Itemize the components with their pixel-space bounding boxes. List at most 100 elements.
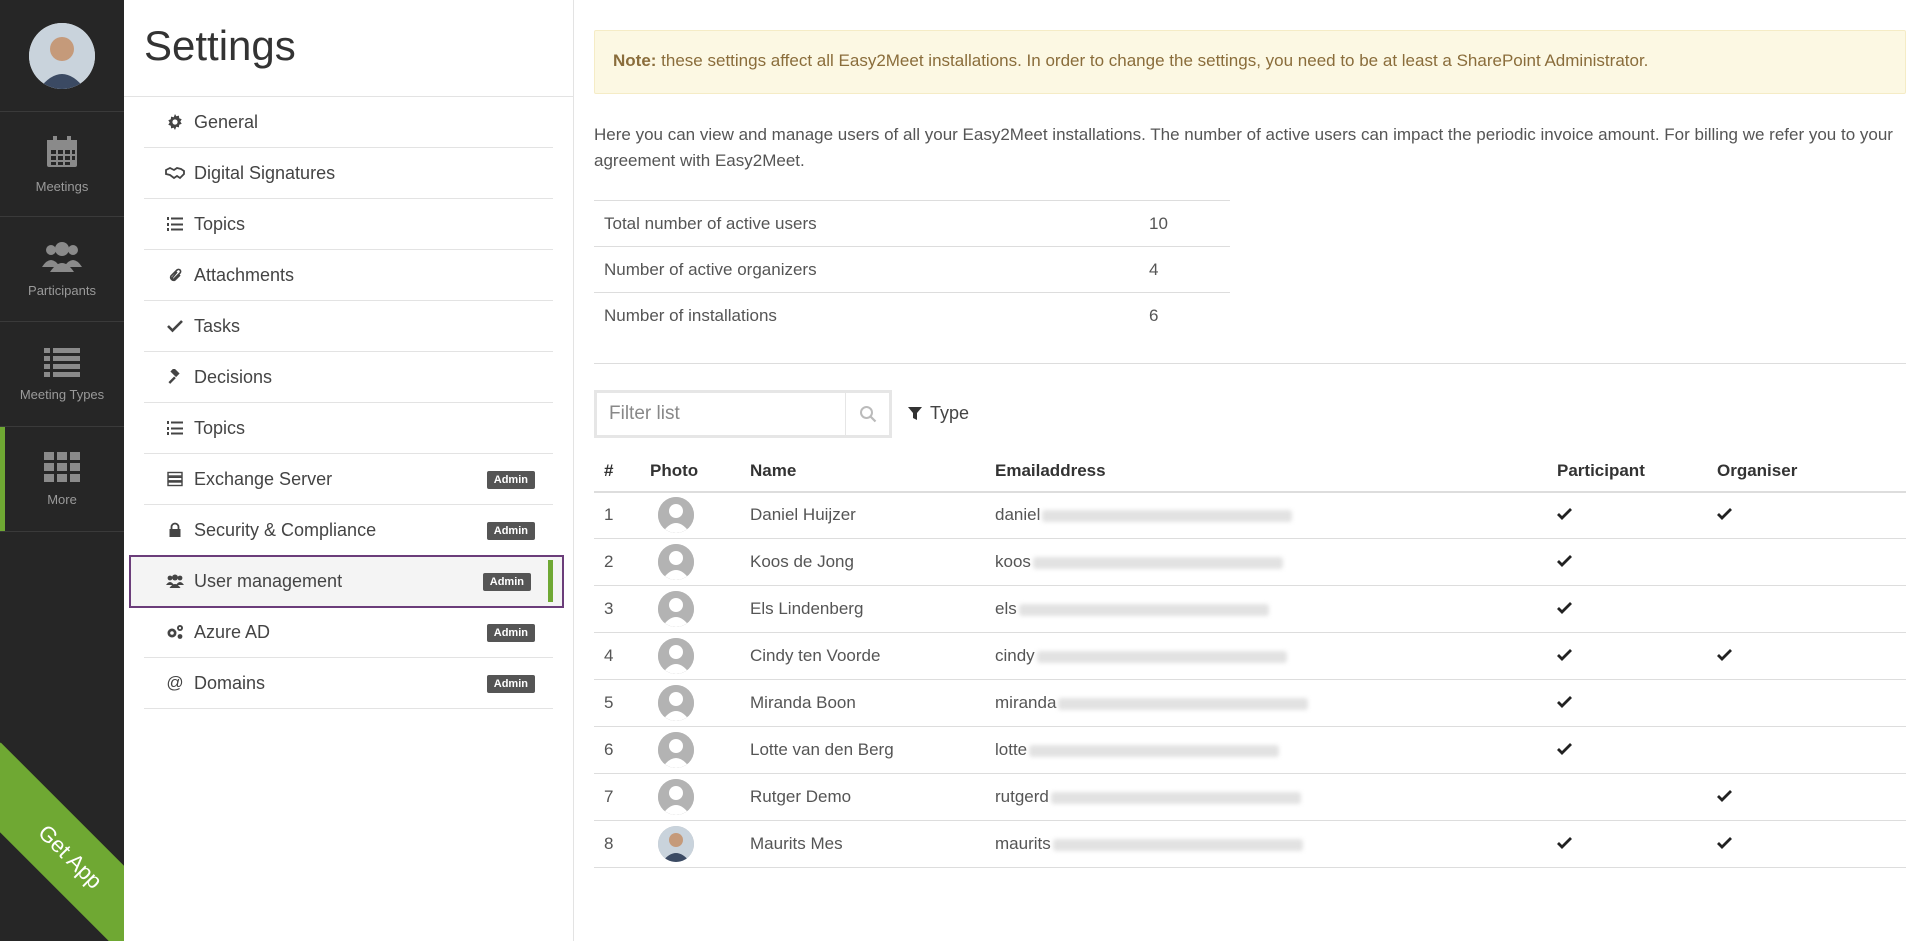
- table-row[interactable]: 2 Koos de Jong koos: [594, 538, 1906, 586]
- menu-item-attachments[interactable]: Attachments: [144, 250, 553, 301]
- column-header[interactable]: Photo: [640, 451, 740, 493]
- stats-row: Number of installations 6: [594, 292, 1230, 339]
- participant-cell: [1547, 679, 1707, 727]
- stats-value: 6: [1139, 292, 1230, 339]
- participant-cell: [1547, 773, 1707, 821]
- user-name: Maurits Mes: [740, 820, 985, 868]
- user-name: Rutger Demo: [740, 773, 985, 821]
- user-name: Lotte van den Berg: [740, 726, 985, 774]
- menu-item-decisions[interactable]: Decisions: [144, 352, 553, 403]
- menu-item-topics[interactable]: Topics: [144, 403, 553, 454]
- filter-input[interactable]: [597, 392, 845, 435]
- rail-item-meetings[interactable]: Meetings: [0, 112, 124, 217]
- list-ordered-icon: [164, 216, 186, 232]
- row-number: 1: [594, 491, 640, 539]
- redacted-email: [1042, 509, 1293, 522]
- table-row[interactable]: 4 Cindy ten Voorde cindy: [594, 632, 1906, 680]
- stats-label: Number of active organizers: [594, 246, 1139, 293]
- search-icon[interactable]: [845, 392, 889, 435]
- admin-badge: Admin: [486, 471, 535, 489]
- avatar: [658, 685, 694, 721]
- check-icon: [1557, 834, 1572, 853]
- organiser-cell: [1707, 585, 1906, 633]
- column-header[interactable]: Participant: [1547, 451, 1707, 493]
- column-header[interactable]: Organiser: [1707, 451, 1906, 493]
- calendar-icon: [47, 135, 77, 167]
- type-filter-label: Type: [930, 403, 970, 423]
- organiser-cell: [1707, 632, 1906, 680]
- user-name: Miranda Boon: [740, 679, 985, 727]
- check-icon: [164, 319, 186, 333]
- photo-cell: [640, 538, 740, 586]
- rail-item-meeting-types[interactable]: Meeting Types: [0, 322, 124, 427]
- menu-item-security-compliance[interactable]: Security & Compliance Admin: [144, 505, 553, 556]
- menu-item-label: Topics: [194, 213, 246, 234]
- check-icon: [1557, 693, 1572, 712]
- page-title: Settings: [144, 22, 296, 69]
- check-icon: [1557, 505, 1572, 524]
- column-header[interactable]: #: [594, 451, 640, 493]
- redacted-email: [1029, 744, 1280, 757]
- grid-icon: [44, 451, 80, 482]
- table-row[interactable]: 7 Rutger Demo rutgerd: [594, 773, 1906, 821]
- avatar: [658, 638, 694, 674]
- menu-item-label: Domains: [194, 672, 266, 693]
- row-number: 2: [594, 538, 640, 586]
- organiser-cell: [1707, 726, 1906, 774]
- check-icon: [1557, 646, 1572, 665]
- menu-item-topics[interactable]: Topics: [144, 199, 553, 250]
- get-app-button[interactable]: Get App: [0, 742, 124, 941]
- settings-menu-list: General Digital Signatures Topics Attach…: [129, 97, 564, 709]
- note-label: Note:: [613, 51, 657, 70]
- table-row[interactable]: 8 Maurits Mes maurits: [594, 820, 1906, 868]
- avatar: [658, 779, 694, 815]
- handshake-icon: [164, 166, 186, 180]
- menu-item-digital-signatures[interactable]: Digital Signatures: [144, 148, 553, 199]
- table-row[interactable]: 5 Miranda Boon miranda: [594, 679, 1906, 727]
- menu-item-domains[interactable]: @ Domains Admin: [144, 658, 553, 709]
- app-rail: Meetings Participants Meeting Types More…: [0, 0, 124, 941]
- user-avatar-area: [0, 0, 124, 112]
- rail-item-participants[interactable]: Participants: [0, 217, 124, 322]
- stats-label: Number of installations: [594, 292, 1139, 339]
- table-row[interactable]: 3 Els Lindenberg els: [594, 585, 1906, 633]
- table-row[interactable]: 1 Daniel Huijzer daniel: [594, 491, 1906, 539]
- rail-label: More: [47, 491, 77, 507]
- divider: [594, 362, 1906, 364]
- photo-cell: [640, 679, 740, 727]
- redacted-email: [1036, 650, 1287, 663]
- redacted-email: [1018, 603, 1269, 616]
- menu-item-tasks[interactable]: Tasks: [144, 301, 553, 352]
- avatar[interactable]: [29, 22, 95, 89]
- cogs-icon: [164, 624, 186, 640]
- menu-item-exchange-server[interactable]: Exchange Server Admin: [144, 454, 553, 505]
- check-icon: [1717, 834, 1732, 853]
- column-header[interactable]: Name: [740, 451, 985, 493]
- participant-cell: [1547, 491, 1707, 539]
- menu-item-azure-ad[interactable]: Azure AD Admin: [144, 607, 553, 658]
- check-icon: [1717, 787, 1732, 806]
- server-icon: [164, 471, 186, 487]
- menu-item-label: Topics: [194, 417, 246, 438]
- participant-cell: [1547, 538, 1707, 586]
- type-filter-button[interactable]: Type: [908, 403, 969, 424]
- column-header[interactable]: Emailaddress: [985, 451, 1547, 493]
- redacted-email: [1032, 556, 1283, 569]
- row-number: 6: [594, 726, 640, 774]
- row-number: 5: [594, 679, 640, 727]
- avatar: [658, 591, 694, 627]
- rail-item-more[interactable]: More: [0, 427, 124, 532]
- table-header-row: # Photo Name Emailaddress Participant Or…: [594, 451, 1906, 493]
- menu-item-general[interactable]: General: [144, 97, 553, 148]
- row-number: 3: [594, 585, 640, 633]
- redacted-email: [1058, 697, 1309, 710]
- admin-badge: Admin: [486, 675, 535, 693]
- rail-label: Meetings: [35, 178, 89, 194]
- photo-cell: [640, 632, 740, 680]
- email-cell: rutgerd: [985, 773, 1547, 821]
- table-row[interactable]: 6 Lotte van den Berg lotte: [594, 726, 1906, 774]
- users-table: # Photo Name Emailaddress Participant Or…: [594, 451, 1906, 868]
- menu-item-label: Digital Signatures: [194, 162, 336, 183]
- menu-item-user-management[interactable]: User management Admin: [129, 555, 564, 608]
- main-content: Note: these settings affect all Easy2Mee…: [594, 30, 1906, 868]
